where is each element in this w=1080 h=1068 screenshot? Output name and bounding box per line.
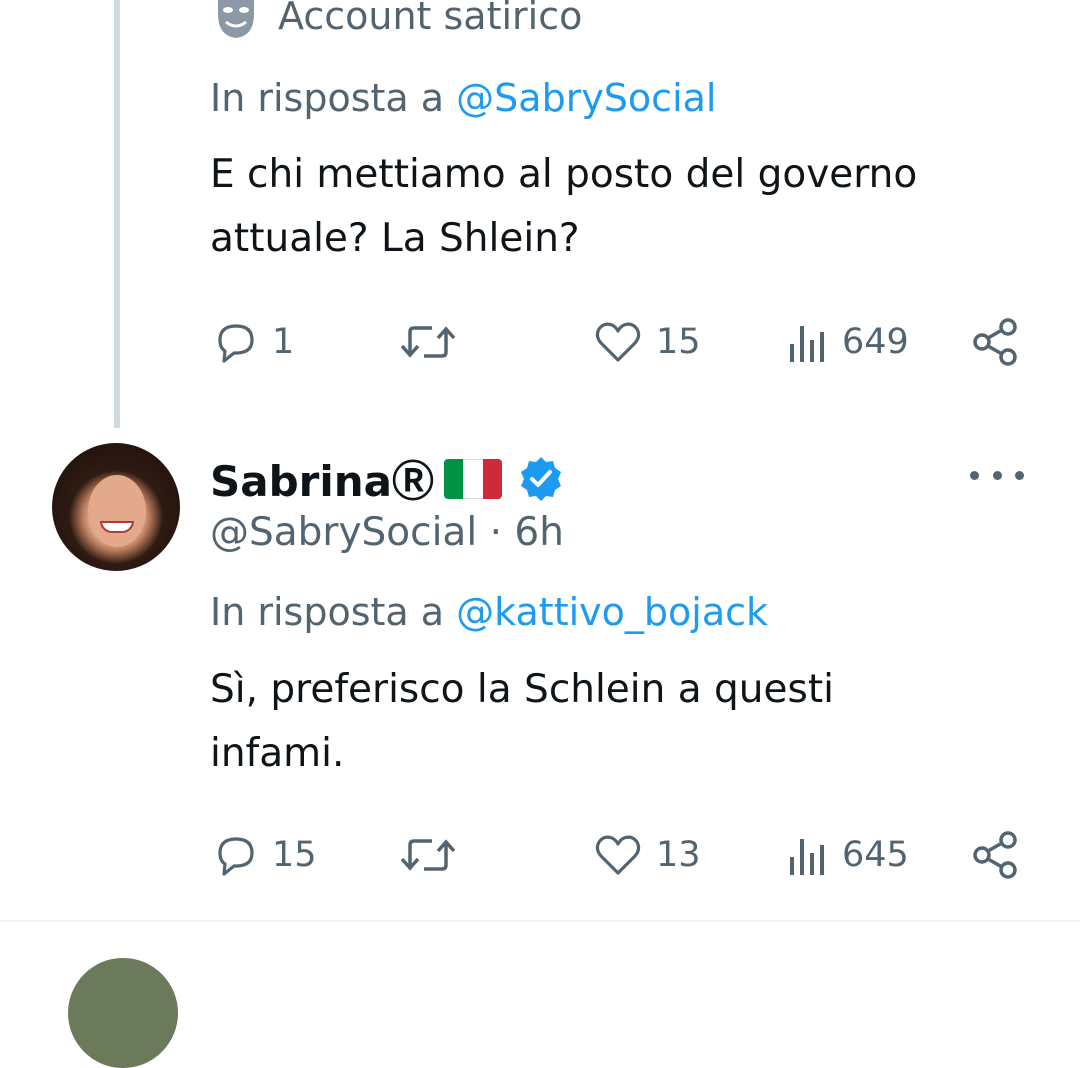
tweet-text: E chi mettiamo al posto del governo attu… xyxy=(210,143,1030,271)
more-icon xyxy=(970,470,979,480)
views-count: 645 xyxy=(842,835,909,875)
italian-flag-icon xyxy=(444,458,502,499)
reply-prefix: In risposta a xyxy=(210,590,445,634)
like-count: 13 xyxy=(656,835,701,875)
avatar-face xyxy=(88,475,146,547)
reply-mention-link[interactable]: @kattivo_bojack xyxy=(456,590,768,634)
tweet-time[interactable]: 6h xyxy=(514,510,564,555)
like-icon xyxy=(595,835,641,875)
like-count: 15 xyxy=(656,322,701,362)
satire-label: Account satirico xyxy=(212,0,582,40)
reply-context: In risposta a @SabrySocial xyxy=(210,76,716,120)
reply-context: In risposta a @kattivo_bojack xyxy=(210,590,768,634)
share-button[interactable] xyxy=(970,314,1022,370)
next-tweet-avatar[interactable] xyxy=(68,958,178,1068)
tweet-text-line: E chi mettiamo al posto del governo xyxy=(210,152,918,197)
like-icon xyxy=(595,322,641,362)
views-count: 649 xyxy=(842,322,909,362)
theater-mask-icon xyxy=(212,0,260,40)
more-button[interactable] xyxy=(970,455,1024,495)
author-meta: @SabrySocial · 6h xyxy=(210,510,564,555)
avatar[interactable] xyxy=(52,443,180,571)
tweet-text-line: attuale? La Shlein? xyxy=(210,216,580,261)
author-handle[interactable]: @SabrySocial xyxy=(210,510,477,555)
tweet-text-line: infami. xyxy=(210,731,345,776)
like-button[interactable]: 15 xyxy=(592,314,701,370)
retweet-button[interactable] xyxy=(396,827,460,883)
meta-separator: · xyxy=(489,510,502,555)
tweet-text-line: Sì, preferisco la Schlein a questi xyxy=(210,667,834,712)
like-button[interactable]: 13 xyxy=(592,827,701,883)
tweet-text: Sì, preferisco la Schlein a questi infam… xyxy=(210,658,1030,786)
reply-button[interactable]: 15 xyxy=(212,827,317,883)
reply-icon xyxy=(218,837,254,876)
tweet-actions: 1 15 649 xyxy=(212,314,1022,370)
tweet-divider xyxy=(0,920,1080,922)
author-row: SabrinaⓇ xyxy=(210,448,566,509)
views-icon xyxy=(790,326,824,362)
reply-prefix: In risposta a xyxy=(210,76,445,120)
tweet-actions: 15 13 645 xyxy=(212,827,1022,883)
share-icon xyxy=(973,831,1017,879)
reply-count: 15 xyxy=(272,835,317,875)
retweet-button[interactable] xyxy=(396,314,460,370)
share-button[interactable] xyxy=(970,827,1022,883)
share-icon xyxy=(973,318,1017,366)
verified-badge-icon xyxy=(521,456,562,501)
thread-line xyxy=(114,0,120,428)
retweet-icon xyxy=(400,326,456,358)
views-button[interactable]: 649 xyxy=(786,314,909,370)
views-icon xyxy=(790,839,824,875)
views-button[interactable]: 645 xyxy=(786,827,909,883)
reply-mention-link[interactable]: @SabrySocial xyxy=(456,76,716,120)
retweet-icon xyxy=(400,839,456,871)
reply-count: 1 xyxy=(272,322,295,362)
reply-button[interactable]: 1 xyxy=(212,314,294,370)
reply-icon xyxy=(218,324,254,363)
author-name[interactable]: SabrinaⓇ xyxy=(210,448,434,509)
satire-label-text: Account satirico xyxy=(278,0,583,38)
